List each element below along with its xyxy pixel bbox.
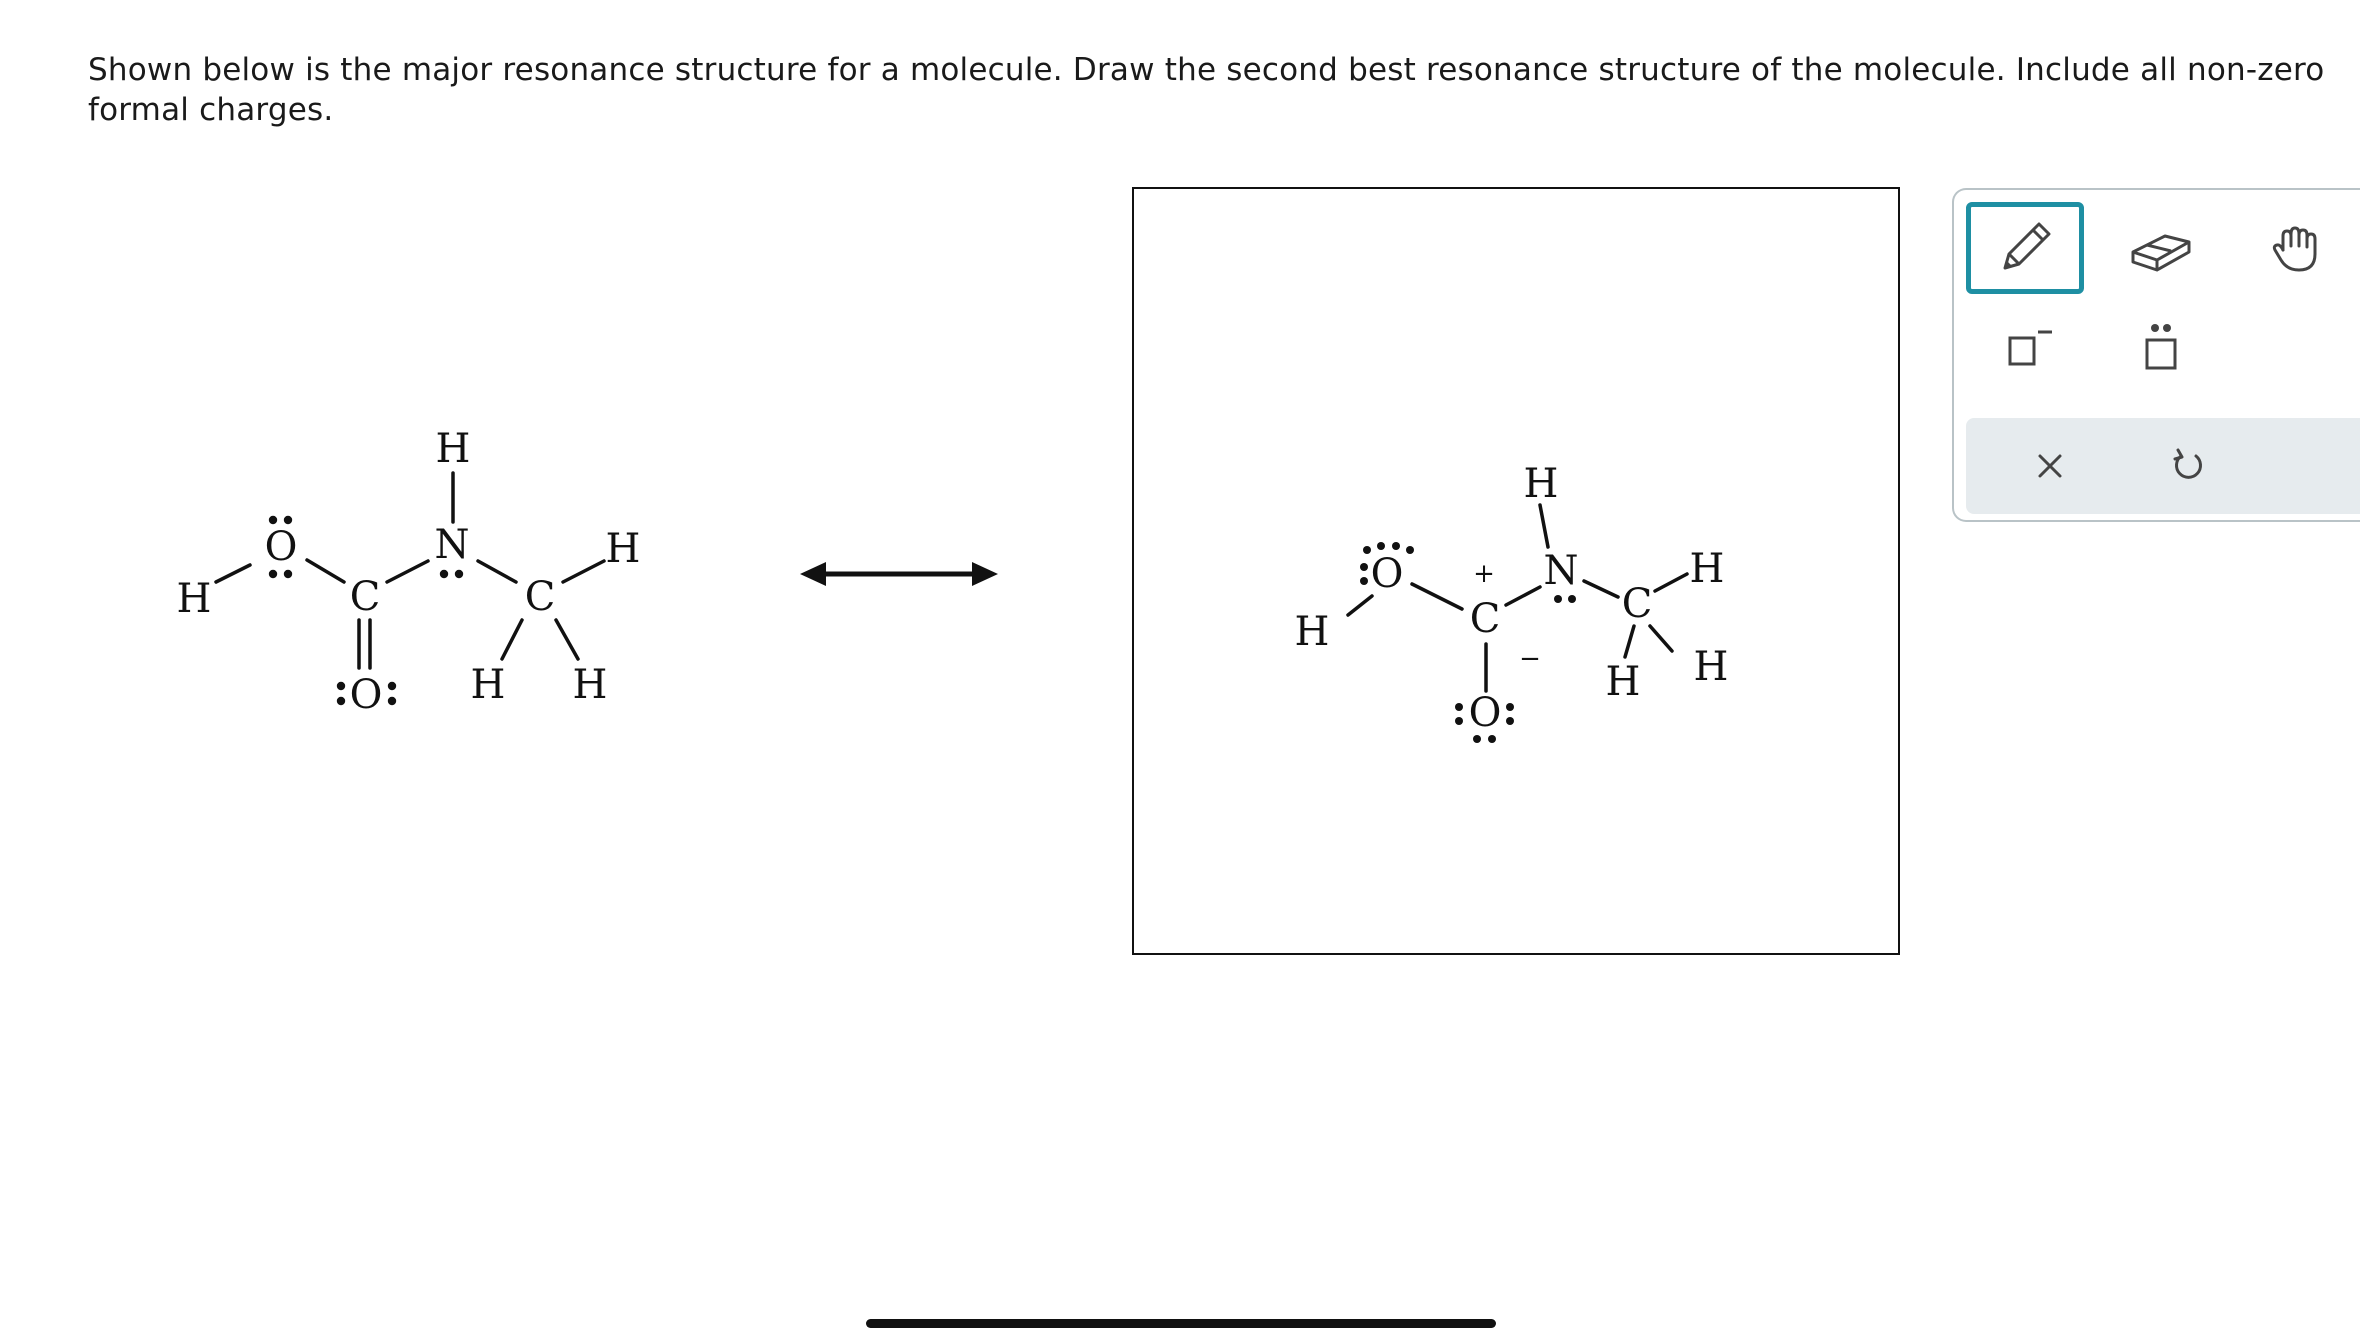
hand-icon <box>2272 226 2317 272</box>
bond-n-c <box>476 559 518 584</box>
bond-o-c <box>305 558 346 584</box>
atom-o-anion: O <box>1469 690 1502 736</box>
atom-h-methyl-bottom: H <box>573 662 608 708</box>
bond-n-h <box>1538 503 1550 549</box>
atom-h-left: H <box>1295 609 1330 655</box>
bond-c-h-lower-left <box>1623 624 1636 659</box>
atom-o-hydroxyl: O <box>1371 551 1404 597</box>
atom-n: N <box>435 522 470 568</box>
atom-n: N <box>1544 548 1579 594</box>
undo-button[interactable] <box>2138 430 2238 502</box>
atom-h-methyl-left: H <box>1606 659 1641 705</box>
bond-c-h-lower-right <box>554 618 580 661</box>
home-indicator <box>866 1319 1496 1328</box>
atom-c-carbocation: C <box>1470 596 1501 642</box>
atom-h-top: H <box>1524 461 1559 507</box>
eraser-tool-button[interactable] <box>2102 202 2220 294</box>
undo-icon <box>2173 448 2202 479</box>
charge-tool-button[interactable] <box>1966 302 2084 394</box>
bond-c-h-lower-left <box>500 618 524 661</box>
bond-n-c <box>1582 579 1620 599</box>
clear-icon <box>2038 454 2062 478</box>
bond-h-o <box>214 563 252 584</box>
atom-h-methyl-right: H <box>606 526 641 572</box>
atom-h-methyl-left: H <box>471 662 506 708</box>
atom-h-methyl-right: H <box>1690 546 1725 592</box>
bond-c-h-right <box>1653 572 1689 593</box>
formal-charge-plus: + <box>1473 559 1495 589</box>
bond-c-n <box>385 559 430 584</box>
eraser-icon <box>2131 234 2191 272</box>
resonance-arrow <box>800 562 998 586</box>
answer-structure: H O C O H N C H H H + − <box>1295 461 1729 743</box>
lone-pair-tool-button[interactable] <box>2102 302 2220 394</box>
atom-o-hydroxyl: O <box>265 524 298 570</box>
action-strip <box>1966 418 2360 514</box>
bond-c-n <box>1504 585 1542 607</box>
atom-h-methyl-bottom: H <box>1694 644 1729 690</box>
pencil-tool-button[interactable] <box>1966 202 2084 294</box>
atom-o-carbonyl: O <box>350 672 383 718</box>
bond-c-h-lower-right <box>1648 624 1674 653</box>
clear-button[interactable] <box>2000 430 2100 502</box>
atom-h-left: H <box>177 576 212 622</box>
drawing-canvas[interactable]: H O C O H N C H H H + − <box>1132 187 1900 955</box>
lone-pair-icon <box>2145 324 2177 370</box>
given-structure: H O C O H N C H H H <box>177 426 998 718</box>
pencil-icon <box>2003 222 2051 270</box>
bond-o-c <box>1410 582 1464 611</box>
charge-icon <box>2008 330 2052 366</box>
atom-c-carbonyl: C <box>350 574 381 620</box>
atom-c-methyl: C <box>1622 581 1653 627</box>
hand-tool-button[interactable] <box>2238 202 2356 294</box>
toolbar <box>1952 188 2360 522</box>
bond-h-o <box>1346 594 1374 617</box>
formal-charge-minus: − <box>1519 644 1541 674</box>
atom-h-top: H <box>436 426 471 472</box>
atom-c-methyl: C <box>525 574 556 620</box>
bond-c-h-right <box>561 559 606 584</box>
